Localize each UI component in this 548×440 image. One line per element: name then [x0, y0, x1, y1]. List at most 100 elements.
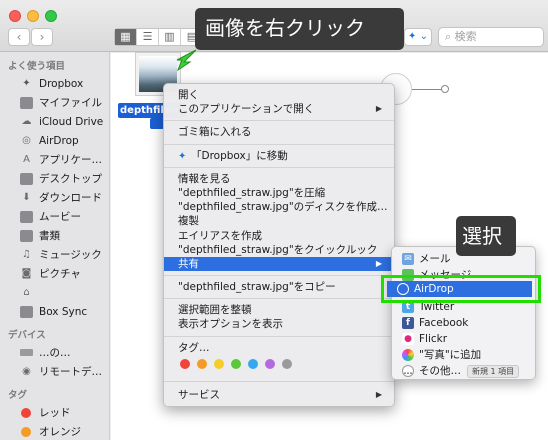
- sidebar-tag-red[interactable]: レッド: [0, 403, 109, 422]
- sidebar-item-downloads[interactable]: ⬇ ダウンロード: [0, 188, 109, 207]
- sidebar-item-box-sync[interactable]: Box Sync: [0, 302, 109, 321]
- sidebar-item-label: ミュージック: [39, 249, 102, 261]
- sidebar-item-label: ダウンロード: [39, 192, 102, 204]
- close-window-button[interactable]: [9, 10, 21, 22]
- search-field[interactable]: ⌕ 検索: [438, 27, 544, 47]
- sidebar-tag-orange[interactable]: オレンジ: [0, 422, 109, 440]
- sidebar-item-label: Dropbox: [39, 77, 84, 90]
- context-menu: 開く このアプリケーションで開く ▶ ゴミ箱に入れる ✦ 「Dropbox」に移動 …: [163, 83, 395, 407]
- airdrop-icon: ◎: [22, 134, 31, 146]
- dropbox-icon: ✦: [22, 77, 31, 89]
- sidebar-item-icloud[interactable]: ☁ iCloud Drive: [0, 112, 109, 131]
- file-name-label-continued[interactable]: [150, 118, 164, 129]
- sidebar-item-documents[interactable]: 書類: [0, 226, 109, 245]
- sidebar-item-remote-disc[interactable]: ◉ リモートデ…: [0, 362, 109, 381]
- orange-tag-dot-icon: [21, 426, 31, 437]
- cursor-pointer-line: [412, 89, 442, 90]
- documents-icon: [20, 229, 33, 242]
- search-icon: ⌕: [445, 30, 455, 43]
- tag-green-button[interactable]: [231, 358, 241, 369]
- forward-button[interactable]: ›: [31, 28, 53, 46]
- menu-item-tags[interactable]: タグ…: [164, 341, 394, 355]
- menu-item-copy[interactable]: "depthfiled_straw.jpg"をコピー: [164, 280, 394, 294]
- sidebar-item-airdrop[interactable]: ◎ AirDrop: [0, 131, 109, 150]
- minimize-window-button[interactable]: [27, 10, 39, 22]
- pictures-icon: ◙: [21, 267, 32, 279]
- instruction-callout-right-click: 画像を右クリック: [195, 8, 404, 50]
- share-item-flickr[interactable]: ● Flickr: [392, 331, 535, 347]
- submenu-arrow-icon: ▶: [375, 258, 382, 268]
- menu-item-services[interactable]: サービス ▶: [164, 388, 394, 402]
- sidebar-item-music[interactable]: ♫ ミュージック: [0, 245, 109, 264]
- tag-purple-button[interactable]: [265, 358, 275, 369]
- mail-icon: ✉: [402, 253, 414, 265]
- menu-item-get-info[interactable]: 情報を見る: [164, 172, 394, 186]
- share-submenu: ✉ メール … メッセージ t Twitter f Facebook ● Flickr "…: [391, 246, 536, 380]
- sidebar-item-label: ピクチャ: [39, 268, 81, 280]
- menu-item-label: サービス: [178, 388, 220, 401]
- sidebar-item-label: iCloud Drive: [39, 115, 104, 128]
- instruction-callout-select: 選択: [456, 216, 516, 256]
- menu-item-open[interactable]: 開く: [164, 88, 394, 102]
- sidebar-item-applications[interactable]: A アプリケー…: [0, 150, 109, 169]
- tag-red-button[interactable]: [180, 358, 190, 369]
- movies-icon: [20, 210, 33, 223]
- menu-item-duplicate[interactable]: 複製: [164, 214, 394, 228]
- facebook-icon: f: [402, 317, 414, 329]
- tag-yellow-button[interactable]: [214, 358, 224, 369]
- sidebar-item-desktop[interactable]: デスクトップ: [0, 169, 109, 188]
- sidebar-item-home[interactable]: ⌂: [0, 283, 109, 302]
- sidebar-item-movies[interactable]: ムービー: [0, 207, 109, 226]
- view-mode-segmented[interactable]: ▦ ☰ ▥ ▤: [114, 28, 204, 46]
- menu-separator: [164, 380, 394, 382]
- dropbox-toolbar-button[interactable]: ✦ ⌄: [404, 28, 432, 46]
- share-item-facebook[interactable]: f Facebook: [392, 315, 535, 331]
- icon-view-button[interactable]: ▦: [115, 29, 137, 45]
- applications-icon: A: [23, 153, 30, 165]
- sidebar-item-label: AirDrop: [39, 134, 79, 147]
- share-item-photos[interactable]: "写真"に追加: [392, 347, 535, 363]
- maximize-window-button[interactable]: [45, 10, 57, 22]
- menu-item-clean-up[interactable]: 選択範囲を整頓: [164, 303, 394, 317]
- share-item-label: メール: [419, 253, 451, 265]
- menu-item-compress[interactable]: "depthfiled_straw.jpg"を圧縮: [164, 186, 394, 200]
- menu-item-label: このアプリケーションで開く: [178, 103, 315, 116]
- desktop-icon: [20, 172, 33, 185]
- menu-item-share[interactable]: 共有 ▶: [164, 256, 394, 272]
- tag-orange-button[interactable]: [197, 358, 207, 369]
- sidebar-item-my-files[interactable]: マイファイル: [0, 93, 109, 112]
- menu-item-label: 共有: [178, 257, 199, 270]
- tag-color-picker: [164, 358, 394, 373]
- menu-item-burn-disc[interactable]: "depthfiled_straw.jpg"のディスクを作成…: [164, 200, 394, 214]
- sidebar-item-label: ムービー: [39, 211, 81, 223]
- new-items-badge: 新規 1 項目: [467, 364, 520, 378]
- airdrop-highlight-box: [381, 275, 541, 303]
- menu-separator: [164, 275, 394, 277]
- menu-item-move-to-trash[interactable]: ゴミ箱に入れる: [164, 125, 394, 139]
- tag-blue-button[interactable]: [248, 358, 258, 369]
- sidebar-item-pictures[interactable]: ◙ ピクチャ: [0, 264, 109, 283]
- share-item-more[interactable]: … その他… 新規 1 項目: [392, 363, 535, 379]
- menu-item-move-to-dropbox[interactable]: ✦ 「Dropbox」に移動: [164, 149, 394, 163]
- menu-separator: [164, 335, 394, 337]
- sidebar-item-label: レッド: [39, 407, 71, 419]
- cursor-pointer-end: [441, 85, 449, 93]
- list-view-button[interactable]: ☰: [137, 29, 159, 45]
- submenu-arrow-icon: ▶: [375, 389, 382, 399]
- folder-icon: [20, 305, 33, 318]
- sidebar-item-label: 書類: [39, 230, 60, 242]
- sidebar-item-label: マイファイル: [39, 97, 102, 109]
- menu-item-open-with[interactable]: このアプリケーションで開く ▶: [164, 102, 394, 116]
- menu-item-view-options[interactable]: 表示オプションを表示: [164, 317, 394, 331]
- music-icon: ♫: [22, 248, 31, 260]
- search-placeholder: 検索: [454, 30, 477, 43]
- sidebar-item-dropbox[interactable]: ✦ Dropbox: [0, 74, 109, 93]
- sidebar-header-tags: タグ: [8, 390, 28, 401]
- column-view-button[interactable]: ▥: [159, 29, 181, 45]
- menu-item-quick-look[interactable]: "depthfiled_straw.jpg"をクイックルック: [164, 243, 394, 257]
- menu-item-make-alias[interactable]: エイリアスを作成: [164, 229, 394, 243]
- back-button[interactable]: ‹: [8, 28, 30, 46]
- menu-separator: [164, 166, 394, 168]
- tag-gray-button[interactable]: [282, 358, 292, 369]
- sidebar-item-computer[interactable]: …の…: [0, 343, 109, 362]
